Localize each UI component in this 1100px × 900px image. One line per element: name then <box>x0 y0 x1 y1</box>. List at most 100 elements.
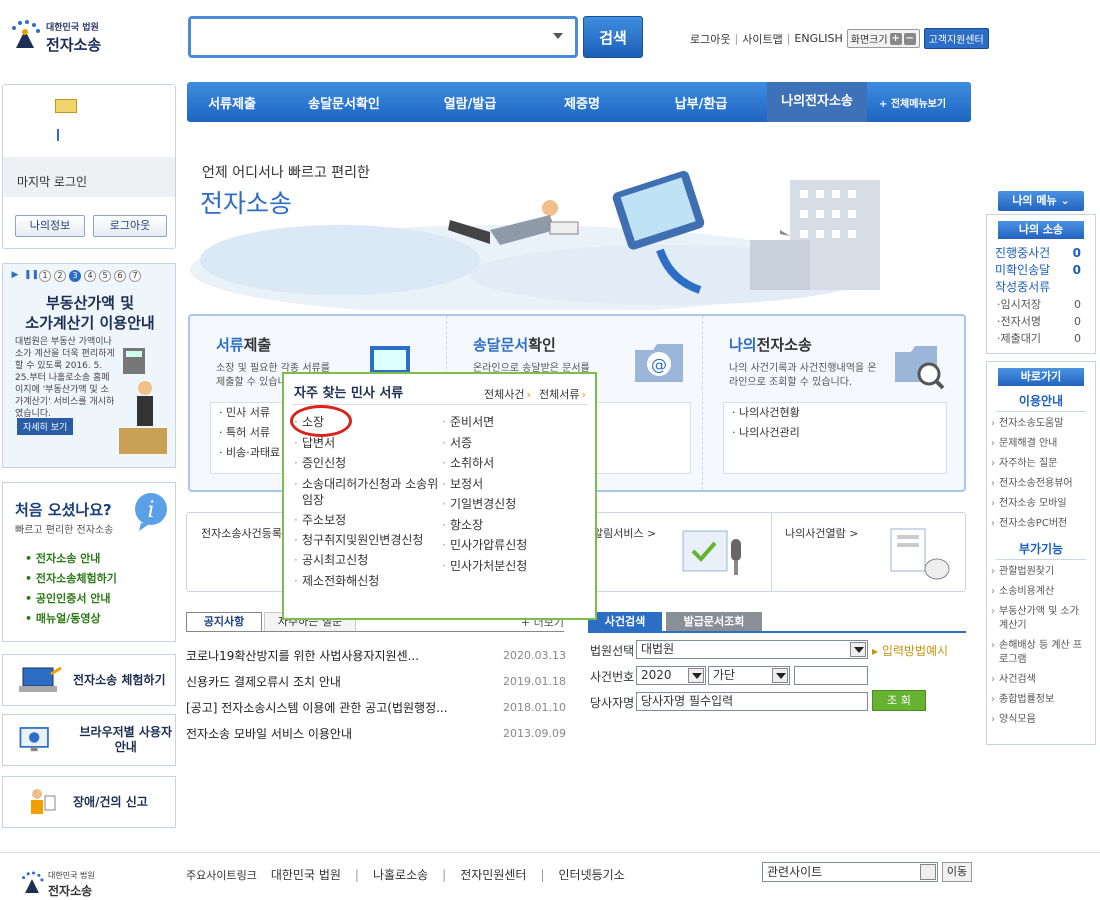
extra-item[interactable]: 관할법원찾기 <box>987 562 1095 582</box>
banner-page[interactable]: 1 <box>39 270 51 282</box>
popup-doc-item[interactable]: 증인신청 <box>294 453 444 474</box>
pause-icon[interactable]: ❚❚ <box>24 270 39 282</box>
all-menu-link[interactable]: + 전체메뉴보기 <box>879 95 946 110</box>
service-my-esuit[interactable]: 나의전자소송 나의 사건기록과 사건진행내역을 온라인으로 조회할 수 있습니다… <box>702 316 964 490</box>
first-visit-item[interactable]: 전자소송체험하기 <box>25 569 117 589</box>
logout-link[interactable]: 로그아웃 <box>690 31 730 47</box>
my-info-button[interactable]: 나의정보 <box>15 215 85 237</box>
popup-doc-item[interactable]: 기일변경신청 <box>442 494 592 515</box>
draft-count[interactable]: ·제출대기 0 <box>987 330 1095 347</box>
extra-item[interactable]: 손해배상 등 계산 프로그램 <box>987 636 1083 670</box>
guide-item[interactable]: 전자소송 모바일 <box>987 494 1095 514</box>
input-help-link[interactable]: ▸ 입력방법예시 <box>872 642 948 659</box>
nav-certificates[interactable]: 제증명 <box>529 93 635 112</box>
tab-case-search[interactable]: 사건검색 <box>588 612 662 632</box>
banner-page[interactable]: 6 <box>114 270 126 282</box>
notice-row[interactable]: 전자소송 모바일 서비스 이용안내 2013.09.09 <box>186 720 566 746</box>
footer-link[interactable]: 인터넷등기소 <box>559 866 625 883</box>
search-box[interactable] <box>188 16 578 58</box>
popup-doc-item[interactable]: 서증 <box>442 433 592 454</box>
first-visit-item[interactable]: 매뉴얼/동영상 <box>25 609 117 629</box>
search-input[interactable] <box>191 19 531 53</box>
nav-my-esuit[interactable]: 나의전자소송 <box>767 82 867 122</box>
extra-item[interactable]: 부동산가액 및 소가계산기 <box>987 602 1083 636</box>
guide-item[interactable]: 전자소송전용뷰어 <box>987 474 1095 494</box>
court-logo[interactable]: 대한민국 법원 전자소송 <box>8 14 118 58</box>
zoom-out-icon[interactable]: − <box>903 32 916 45</box>
footer-link[interactable]: 전자민원센터 <box>460 866 526 883</box>
guide-item[interactable]: 문제해결 안내 <box>987 434 1095 454</box>
footer-link[interactable]: 나홀로소송 <box>373 866 428 883</box>
popup-doc-item[interactable]: 청구취지및원인변경신청 <box>294 530 444 550</box>
browser-guide-button[interactable]: 브라우저별 사용자안내 <box>2 714 176 766</box>
help-center-button[interactable]: 고객지원센터 <box>923 28 989 49</box>
mine-list-item[interactable]: 나의사건현황 <box>724 403 946 423</box>
my-suit-count[interactable]: 작성중서류 <box>987 279 1095 296</box>
zoom-in-icon[interactable]: + <box>889 32 902 45</box>
guide-item[interactable]: 전자소송도움말 <box>987 414 1095 434</box>
banner-page[interactable]: 3 <box>69 270 81 282</box>
party-name-input[interactable]: 당사자명 필수입력 <box>636 692 868 711</box>
mine-list-item[interactable]: 나의사건관리 <box>724 423 946 443</box>
draft-count[interactable]: ·전자서명 0 <box>987 313 1095 330</box>
my-suit-count[interactable]: 진행중사건 0 <box>987 245 1095 262</box>
popup-all-cases-link[interactable]: 전체사건 <box>484 386 531 402</box>
my-menu-button[interactable]: 나의 메뉴 ⌄ <box>998 191 1084 211</box>
notice-row[interactable]: [공고] 전자소송시스템 이용에 관한 공고(법원행정... 2018.01.10 <box>186 694 566 720</box>
sitemap-link[interactable]: 사이트맵 <box>742 31 782 47</box>
court-select[interactable]: 대법원 <box>636 640 868 659</box>
extra-item[interactable]: 사건검색 <box>987 670 1095 690</box>
extra-item[interactable]: 소송비용계산 <box>987 582 1095 602</box>
nav-view-issue[interactable]: 열람/발급 <box>411 93 529 112</box>
play-icon[interactable]: ▶ <box>9 270 21 282</box>
guide-item[interactable]: 자주하는 질문 <box>987 454 1095 474</box>
popup-doc-item[interactable]: 제소전화해신청 <box>294 571 444 592</box>
popup-doc-item[interactable]: 주소보정 <box>294 510 444 531</box>
related-sites-select[interactable]: 관련사이트 <box>762 862 938 882</box>
my-suit-count[interactable]: 미확인송달 0 <box>987 262 1095 279</box>
banner-more-button[interactable]: 자세히 보기 <box>17 418 74 435</box>
promo-banner[interactable]: ▶ ❚❚ 1 2 3 4 5 6 7 부동산가액 및 소가계산기 이용안내 대법… <box>2 263 176 468</box>
nav-submit-docs[interactable]: 서류제출 <box>187 93 277 112</box>
tab-issued-docs[interactable]: 발급문서조회 <box>666 612 762 632</box>
footer-link[interactable]: 대한민국 법원 <box>271 866 341 883</box>
popup-doc-item[interactable]: 준비서면 <box>442 412 592 433</box>
popup-doc-item[interactable]: 보정서 <box>442 474 592 495</box>
notification-service-link[interactable]: 알림서비스 > <box>593 525 656 541</box>
case-register-link[interactable]: 전자소송사건등록 <box>201 525 282 541</box>
popup-doc-item[interactable]: 소취하서 <box>442 453 592 474</box>
year-select[interactable]: 2020 <box>636 666 706 685</box>
case-search-submit[interactable]: 조 회 <box>872 690 926 711</box>
logout-button[interactable]: 로그아웃 <box>93 215 167 237</box>
popup-all-docs-link[interactable]: 전체서류 <box>539 386 586 402</box>
extra-item[interactable]: 양식모음 <box>987 710 1095 730</box>
search-button[interactable]: 검색 <box>583 16 643 58</box>
extra-item[interactable]: 종합법률정보 <box>987 690 1095 710</box>
popup-doc-item[interactable]: 민사가처분신청 <box>442 556 592 577</box>
banner-page[interactable]: 2 <box>54 270 66 282</box>
popup-doc-item[interactable]: 항소장 <box>442 515 592 536</box>
first-visit-item[interactable]: 전자소송 안내 <box>25 549 117 569</box>
banner-page[interactable]: 7 <box>129 270 141 282</box>
guide-item[interactable]: 전자소송PC버전 <box>987 514 1095 534</box>
popup-doc-item[interactable]: 민사가압류신청 <box>442 535 592 556</box>
draft-count[interactable]: ·임시저장 0 <box>987 296 1095 313</box>
report-button[interactable]: 장애/건의 신고 <box>2 776 176 828</box>
banner-page[interactable]: 4 <box>84 270 96 282</box>
popup-doc-item[interactable]: 공시최고신청 <box>294 550 444 571</box>
tab-notice[interactable]: 공지사항 <box>186 612 262 632</box>
go-button[interactable]: 이동 <box>942 862 972 882</box>
popup-doc-item[interactable]: 소송대리허가신청과 소송위임장 <box>294 474 444 510</box>
first-visit-item[interactable]: 공인인증서 안내 <box>25 589 117 609</box>
notice-row[interactable]: 코로나19확산방지를 위한 사법사용자지원센... 2020.03.13 <box>186 642 566 668</box>
nav-delivery-check[interactable]: 송달문서확인 <box>277 93 411 112</box>
search-dropdown-icon[interactable] <box>553 33 563 39</box>
case-number-input[interactable] <box>794 666 868 685</box>
my-case-view-link[interactable]: 나의사건열람 > <box>785 525 858 541</box>
case-type-select[interactable]: 가단 <box>708 666 790 685</box>
english-link[interactable]: ENGLISH <box>794 32 842 45</box>
experience-button[interactable]: 전자소송 체험하기 <box>2 654 176 706</box>
notice-row[interactable]: 신용카드 결제오류시 조치 안내 2019.01.18 <box>186 668 566 694</box>
banner-page[interactable]: 5 <box>99 270 111 282</box>
nav-payment-refund[interactable]: 납부/환급 <box>635 93 767 112</box>
